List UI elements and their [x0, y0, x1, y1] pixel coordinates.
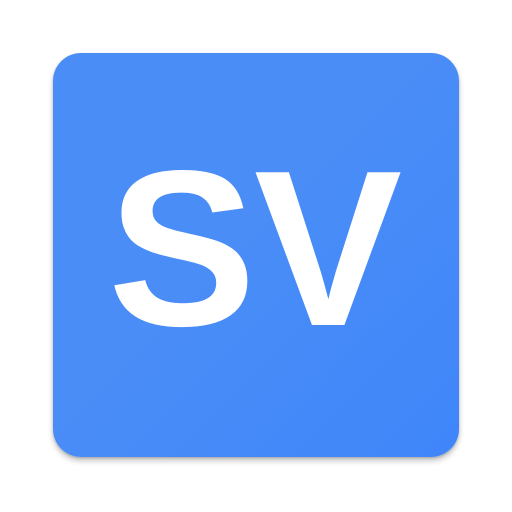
- icon-canvas: SV: [0, 0, 512, 512]
- app-icon[interactable]: SV: [53, 53, 459, 457]
- app-icon-initials: SV: [107, 125, 402, 373]
